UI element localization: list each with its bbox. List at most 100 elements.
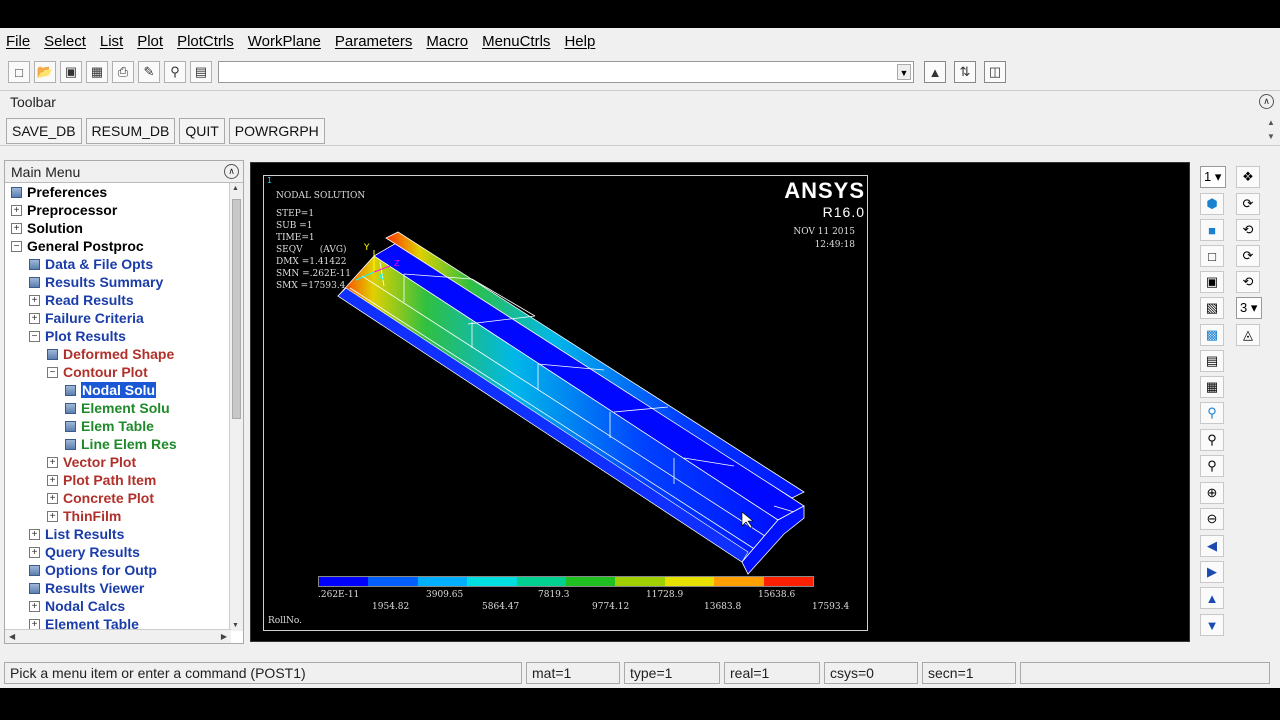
menu-function-icon[interactable] <box>29 276 40 288</box>
main-menu-item[interactable]: + ThinFilm <box>5 507 231 525</box>
back-view-icon[interactable]: ▣ <box>1200 271 1224 293</box>
powrgrph-button[interactable]: POWRGRPH <box>228 117 325 144</box>
expand-icon[interactable]: + <box>29 546 40 558</box>
window-select[interactable]: 1 ▾ <box>1200 166 1226 188</box>
pan-right-icon[interactable]: ▶ <box>1200 561 1224 583</box>
hardcopy-icon[interactable]: ✎ <box>138 61 160 83</box>
contact-manager-icon[interactable]: ◫ <box>984 61 1006 83</box>
collapse-toolbar-icon[interactable]: ∧ <box>1259 94 1274 109</box>
main-menu-item[interactable]: + Nodal Calcs <box>5 597 231 615</box>
main-menu-item[interactable]: + List Results <box>5 525 231 543</box>
pan-up-icon[interactable]: ▲ <box>1200 587 1224 609</box>
raise-hidden-icon[interactable]: ▲ <box>924 61 946 83</box>
fit-view-icon[interactable]: ⚲ <box>1200 402 1224 424</box>
collapse-main-menu-icon[interactable]: ∧ <box>224 164 239 179</box>
main-menu-item[interactable]: − Plot Results <box>5 327 231 345</box>
help-key-icon[interactable]: ⚲ <box>164 61 186 83</box>
expand-icon[interactable]: + <box>29 312 40 324</box>
command-dropdown-icon[interactable]: ▼ <box>897 64 911 80</box>
menu-plotctrls[interactable]: PlotCtrls <box>177 33 234 50</box>
rotate-x-icon[interactable]: ⟳ <box>1236 245 1260 267</box>
left-view-icon[interactable]: ▩ <box>1200 324 1224 346</box>
menu-function-icon[interactable] <box>29 258 40 270</box>
pan-down-icon[interactable]: ▼ <box>1200 614 1224 636</box>
quit-button[interactable]: QUIT <box>179 117 225 144</box>
command-window-icon[interactable]: ▤ <box>190 61 212 83</box>
main-menu-item[interactable]: Results Viewer <box>5 579 231 597</box>
rate-select[interactable]: 3 ▾ <box>1236 297 1262 319</box>
menu-menuctrls[interactable]: MenuCtrls <box>482 33 550 50</box>
main-menu-item[interactable]: − General Postproc <box>5 237 231 255</box>
report-icon[interactable]: ▦ <box>86 61 108 83</box>
expand-icon[interactable]: + <box>29 528 40 540</box>
main-menu-item[interactable]: + Failure Criteria <box>5 309 231 327</box>
expand-icon[interactable]: + <box>47 474 58 486</box>
expand-icon[interactable]: + <box>29 618 40 630</box>
expand-icon[interactable]: + <box>29 600 40 612</box>
scroll-down-icon[interactable]: ▼ <box>232 622 239 629</box>
main-menu-item[interactable]: + Query Results <box>5 543 231 561</box>
main-menu-item[interactable]: Options for Outp <box>5 561 231 579</box>
save-icon[interactable]: ▣ <box>60 61 82 83</box>
main-menu-item[interactable]: Nodal Solu <box>5 381 231 399</box>
new-file-icon[interactable]: □ <box>8 61 30 83</box>
bottom-view-icon[interactable]: ▤ <box>1200 350 1224 372</box>
box-zoom-icon[interactable]: ⚲ <box>1200 455 1224 477</box>
main-menu-item[interactable]: + Vector Plot <box>5 453 231 471</box>
command-input[interactable]: ▼ <box>218 61 914 83</box>
main-menu-item[interactable]: + Plot Path Item <box>5 471 231 489</box>
expand-icon[interactable]: + <box>11 222 22 234</box>
main-menu-item[interactable]: Line Elem Res <box>5 435 231 453</box>
scroll-left-icon[interactable]: ◀ <box>9 632 15 641</box>
collapse-icon[interactable]: − <box>29 330 40 342</box>
collapse-icon[interactable]: − <box>47 366 58 378</box>
main-menu-item[interactable]: Element Solu <box>5 399 231 417</box>
menu-function-icon[interactable] <box>65 384 76 396</box>
toolbar-scroll-icon[interactable]: ▲ ▼ <box>1266 116 1276 144</box>
main-menu-vscroll[interactable]: ▲ ▼ <box>229 183 243 631</box>
menu-function-icon[interactable] <box>65 402 76 414</box>
menu-workplane[interactable]: WorkPlane <box>248 33 321 50</box>
scroll-thumb[interactable] <box>232 199 241 419</box>
main-menu-item[interactable]: + Solution <box>5 219 231 237</box>
menu-list[interactable]: List <box>100 33 123 50</box>
menu-help[interactable]: Help <box>564 33 595 50</box>
main-menu-item[interactable]: + Concrete Plot <box>5 489 231 507</box>
resum-db-button[interactable]: RESUM_DB <box>85 117 176 144</box>
right-view-icon[interactable]: ▧ <box>1200 297 1224 319</box>
main-menu-item[interactable]: − Contour Plot <box>5 363 231 381</box>
expand-icon[interactable]: + <box>29 294 40 306</box>
main-menu-item[interactable]: + Preprocessor <box>5 201 231 219</box>
main-menu-item[interactable]: Results Summary <box>5 273 231 291</box>
menu-select[interactable]: Select <box>44 33 86 50</box>
graphics-window[interactable]: 1 NODAL SOLUTION STEP=1 SUB =1 TIME=1 SE… <box>250 162 1190 642</box>
expand-icon[interactable]: + <box>47 456 58 468</box>
main-menu-item[interactable]: Preferences <box>5 183 231 201</box>
main-menu-hscroll[interactable]: ◀ ▶ <box>5 629 231 643</box>
main-menu-item[interactable]: Data & File Opts <box>5 255 231 273</box>
dynamic-mode-icon[interactable]: ◬ <box>1236 324 1260 346</box>
menu-function-icon[interactable] <box>65 438 76 450</box>
menu-function-icon[interactable] <box>29 564 40 576</box>
rotate-z-icon[interactable]: ⟳ <box>1236 193 1260 215</box>
front-view-icon[interactable]: ■ <box>1200 219 1224 241</box>
main-menu-item[interactable]: + Read Results <box>5 291 231 309</box>
collapse-icon[interactable]: − <box>11 240 22 252</box>
rotate-icon[interactable]: ❖ <box>1236 166 1260 188</box>
menu-parameters[interactable]: Parameters <box>335 33 413 50</box>
menu-plot[interactable]: Plot <box>137 33 163 50</box>
rotate-y-icon[interactable]: ⟲ <box>1236 219 1260 241</box>
expand-icon[interactable]: + <box>47 510 58 522</box>
pan-left-icon[interactable]: ◀ <box>1200 535 1224 557</box>
rotate-neg-icon[interactable]: ⟲ <box>1236 271 1260 293</box>
open-folder-icon[interactable]: 📂 <box>34 61 56 83</box>
oblique-view-icon[interactable]: ▦ <box>1200 376 1224 398</box>
menu-function-icon[interactable] <box>29 582 40 594</box>
plot-viewport[interactable]: 1 NODAL SOLUTION STEP=1 SUB =1 TIME=1 SE… <box>263 175 868 631</box>
scroll-up-icon[interactable]: ▲ <box>232 185 239 192</box>
menu-file[interactable]: File <box>6 33 30 50</box>
main-menu-item[interactable]: Elem Table <box>5 417 231 435</box>
menu-function-icon[interactable] <box>65 420 76 432</box>
scroll-right-icon[interactable]: ▶ <box>221 632 227 641</box>
print-icon[interactable]: ⎙ <box>112 61 134 83</box>
